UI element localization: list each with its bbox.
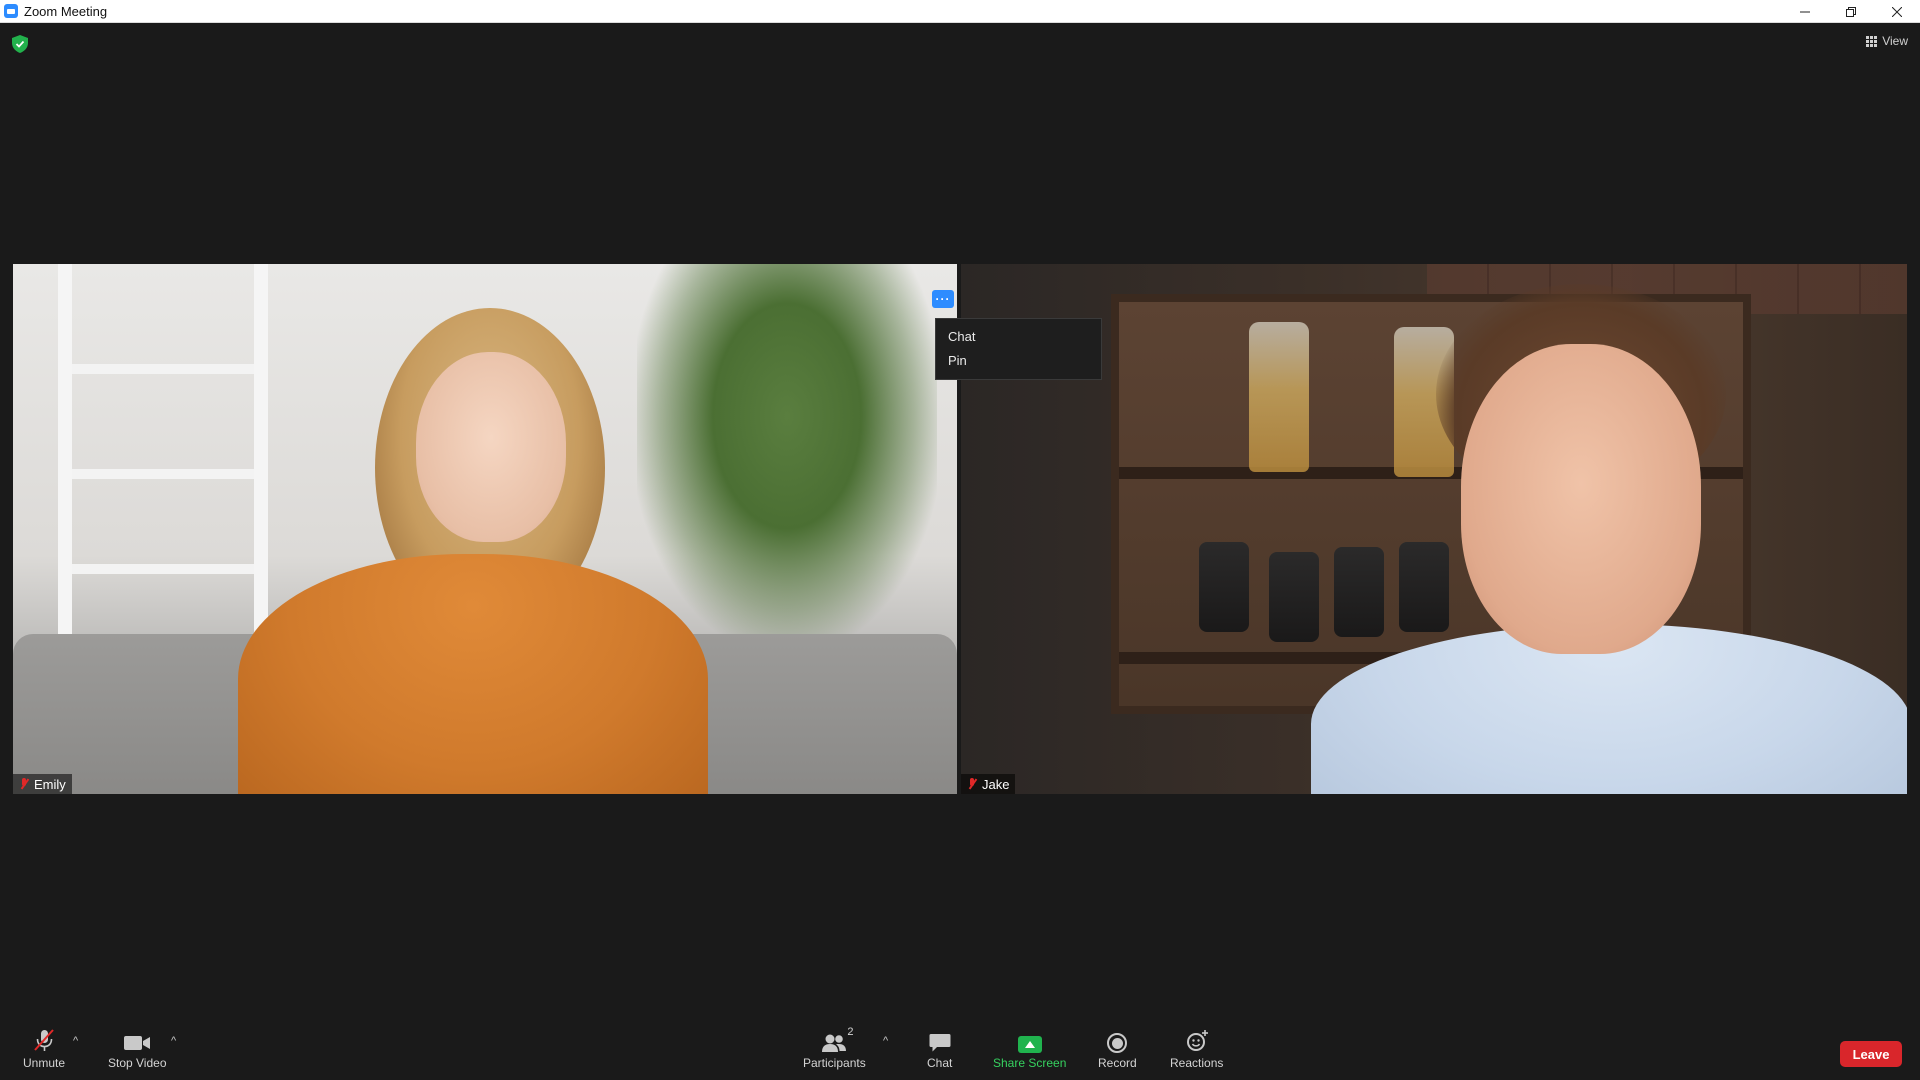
menu-item-pin[interactable]: Pin: [936, 349, 1101, 373]
view-button[interactable]: View: [1866, 34, 1908, 48]
participant-name: Jake: [982, 776, 1010, 792]
window-controls: [1782, 0, 1920, 23]
audio-options-caret-icon[interactable]: ^: [73, 1035, 78, 1047]
record-icon: [1107, 1033, 1128, 1053]
record-label: Record: [1098, 1056, 1137, 1070]
menu-item-chat[interactable]: Chat: [936, 325, 1101, 349]
chat-button[interactable]: Chat: [927, 1025, 952, 1070]
participant-face: [416, 352, 566, 542]
stop-video-label: Stop Video: [108, 1056, 167, 1070]
participant-face: [1461, 344, 1701, 654]
participant-context-menu: Chat Pin: [935, 318, 1102, 380]
chat-label: Chat: [927, 1056, 953, 1070]
background-plant: [637, 264, 937, 644]
video-options-caret-icon[interactable]: ^: [171, 1035, 176, 1047]
microphone-muted-icon: [34, 1029, 54, 1051]
leave-button[interactable]: Leave: [1840, 1041, 1902, 1067]
view-label: View: [1882, 34, 1908, 48]
video-tile-jake[interactable]: Jake: [961, 264, 1907, 794]
zoom-logo-icon: [4, 4, 18, 18]
participants-options-caret-icon[interactable]: ^: [883, 1035, 888, 1047]
participant-sweater: [238, 554, 708, 794]
unmute-button[interactable]: Unmute: [23, 1025, 65, 1070]
name-tag-jake: Jake: [961, 774, 1016, 794]
restore-button[interactable]: [1828, 0, 1874, 23]
participant-name: Emily: [34, 776, 66, 792]
encryption-shield-icon[interactable]: [12, 35, 28, 53]
share-screen-label: Share Screen: [993, 1056, 1067, 1070]
participants-count: 2: [847, 1026, 854, 1038]
participants-button[interactable]: 2 Participants: [803, 1025, 866, 1070]
restore-icon: [1846, 6, 1856, 17]
grid-view-icon: [1866, 35, 1878, 47]
mic-muted-icon: [19, 778, 29, 790]
more-options-button[interactable]: ···: [932, 290, 954, 308]
close-button[interactable]: [1874, 0, 1920, 23]
meeting-toolbar: Unmute ^ Stop Video ^ 2 Participants ^ C…: [0, 1025, 1920, 1080]
share-screen-icon: [1017, 1036, 1042, 1053]
minimize-button[interactable]: [1782, 0, 1828, 23]
name-tag-emily: Emily: [13, 774, 72, 794]
reactions-emoji-icon: [1186, 1030, 1208, 1051]
participants-icon: [822, 1034, 847, 1052]
stop-video-button[interactable]: Stop Video: [108, 1025, 167, 1070]
video-tile-emily[interactable]: Emily: [13, 264, 957, 794]
reactions-button[interactable]: Reactions: [1170, 1025, 1223, 1070]
video-camera-icon: [124, 1036, 151, 1050]
title-bar: Zoom Meeting: [0, 0, 1920, 23]
ellipsis-icon: ···: [935, 292, 951, 306]
minimize-icon: [1800, 11, 1810, 12]
close-icon: [1892, 6, 1902, 17]
reactions-label: Reactions: [1170, 1056, 1224, 1070]
record-button[interactable]: Record: [1098, 1025, 1137, 1070]
share-screen-button[interactable]: Share Screen: [993, 1025, 1066, 1070]
participants-label: Participants: [803, 1056, 866, 1070]
window-title: Zoom Meeting: [24, 3, 108, 19]
background-shelf: [58, 264, 268, 644]
mic-muted-icon: [967, 778, 977, 790]
chat-bubble-icon: [929, 1034, 951, 1052]
unmute-label: Unmute: [23, 1056, 66, 1070]
